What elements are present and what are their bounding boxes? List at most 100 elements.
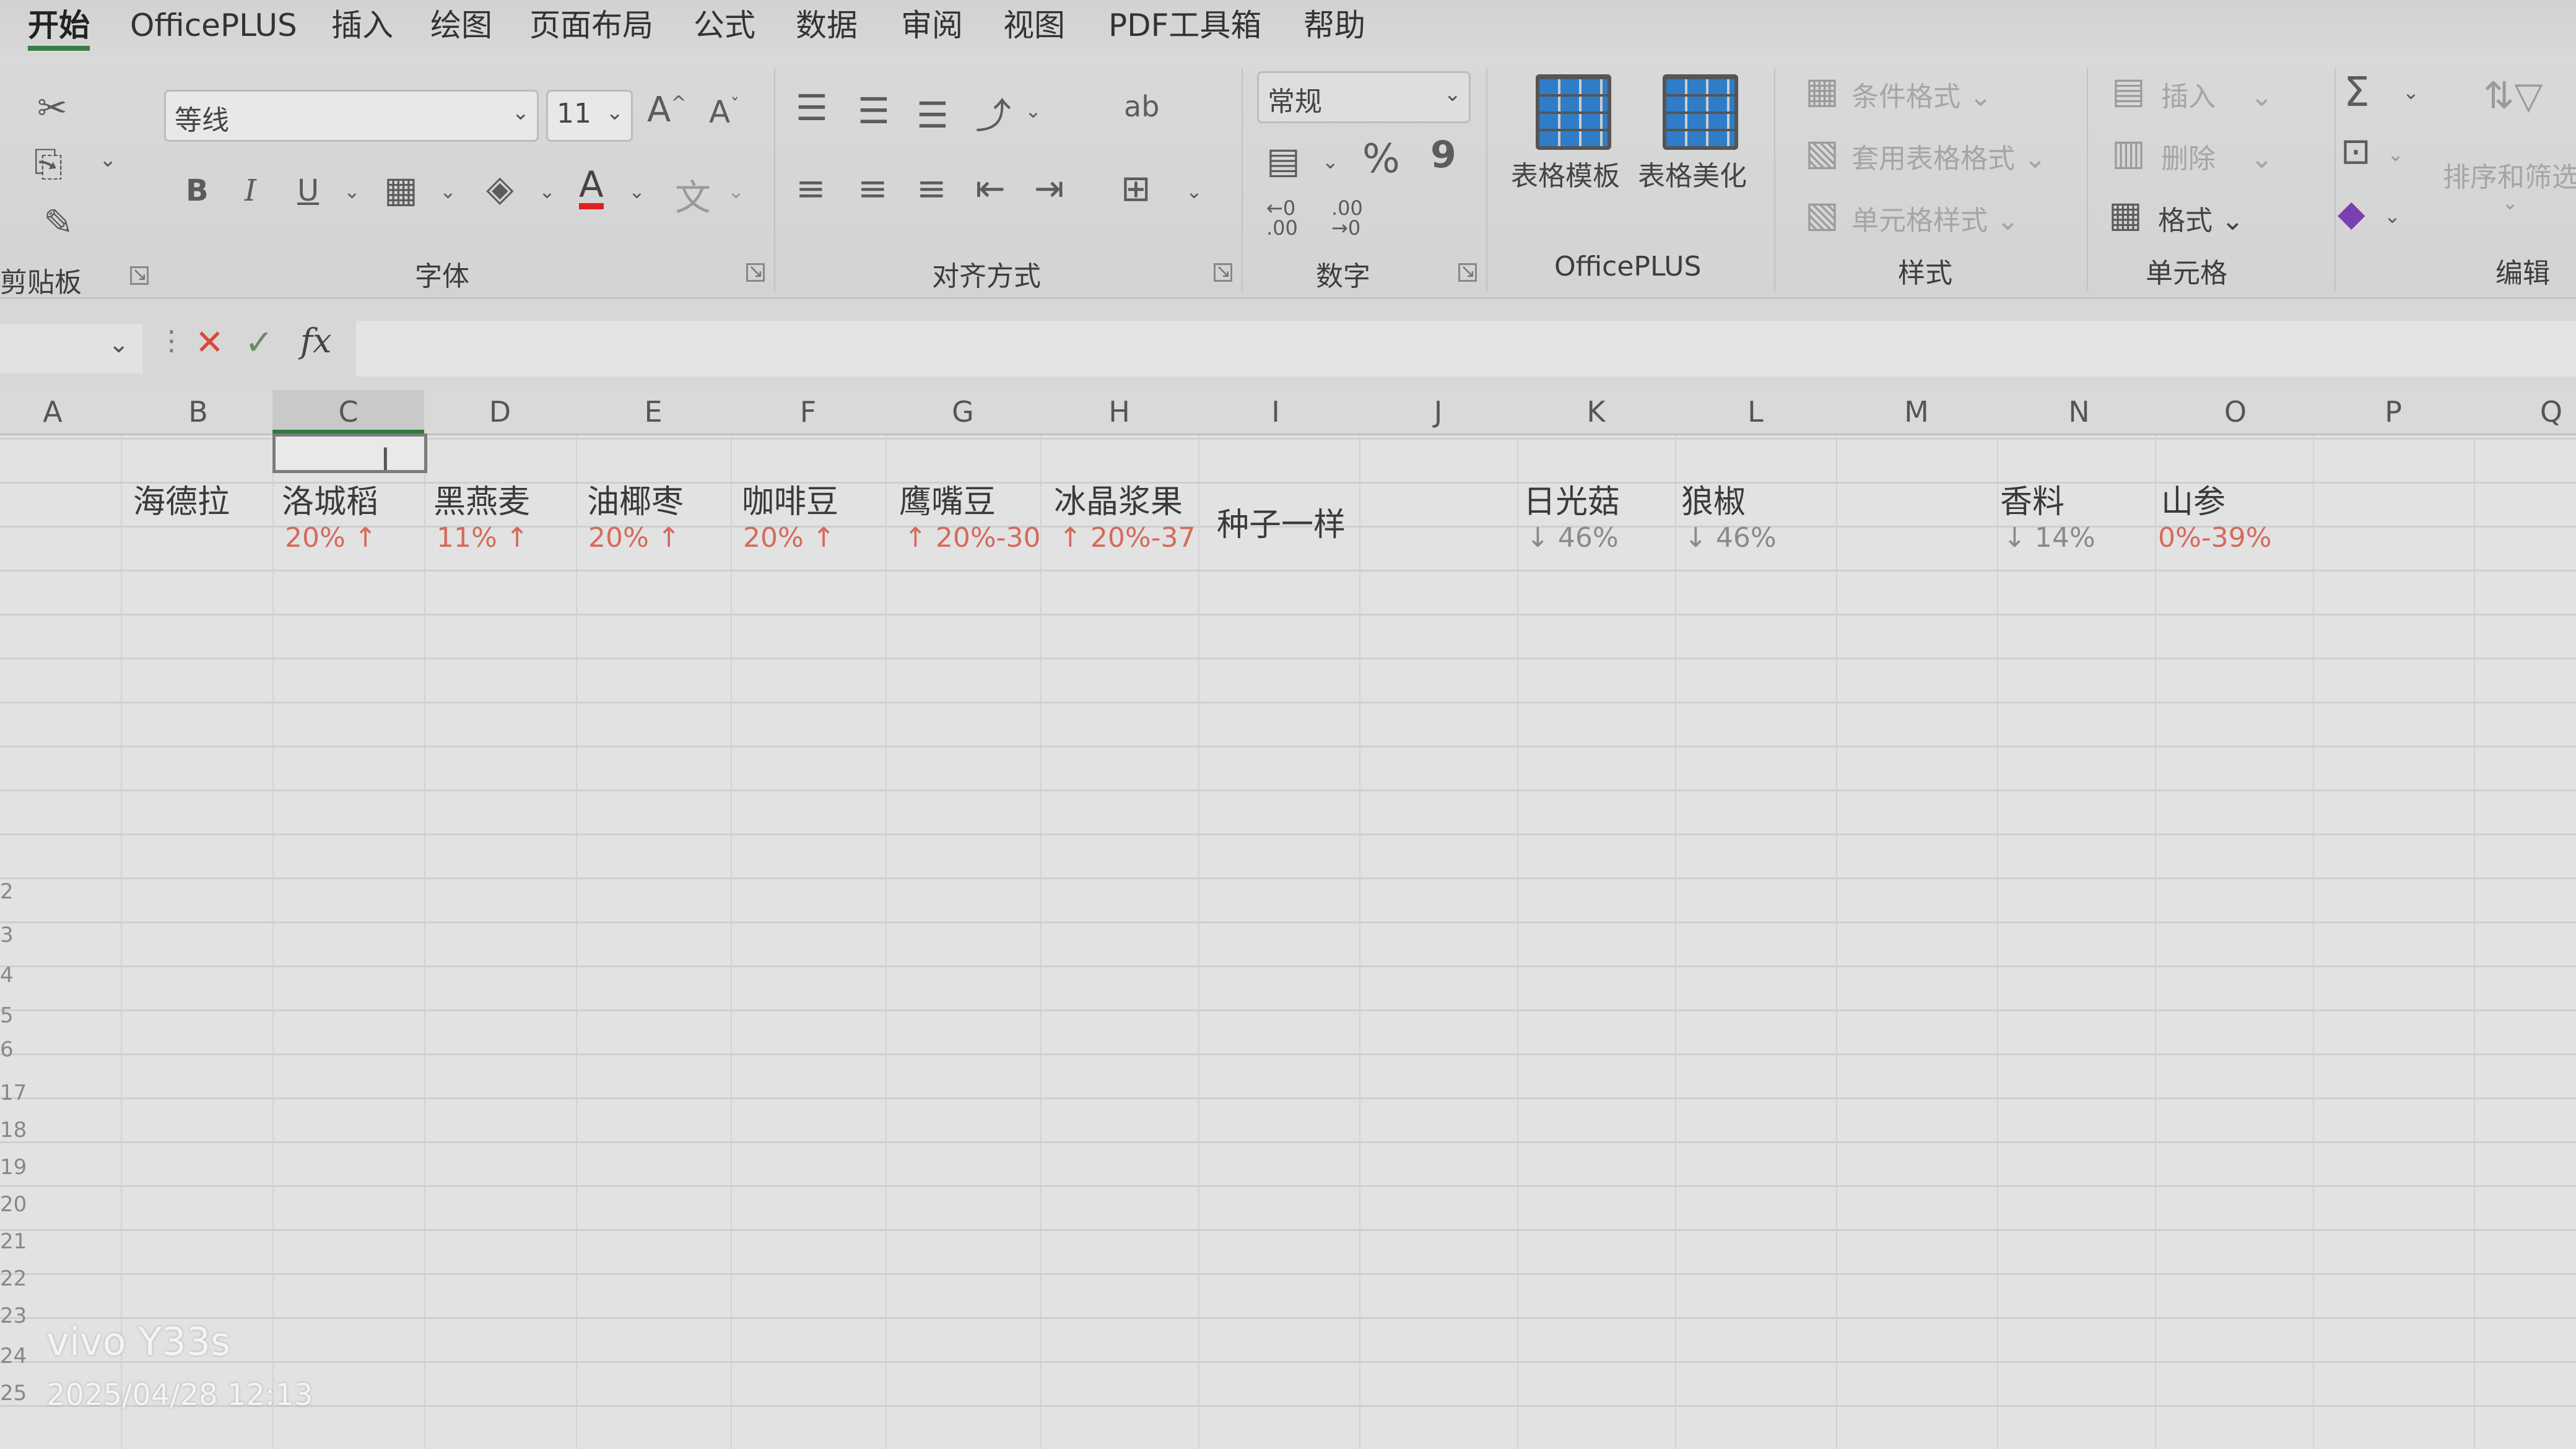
column-header[interactable]: J <box>1359 390 1517 433</box>
cell-item-name[interactable]: 种子一样 <box>1217 498 1346 545</box>
chevron-down-icon[interactable]: ⌄ <box>108 330 129 359</box>
accounting-format-icon[interactable]: ▤ <box>1266 139 1300 181</box>
column-header[interactable]: E <box>576 390 731 433</box>
insert-function-button[interactable]: fx <box>300 321 331 360</box>
cell-item-name[interactable]: 狼椒 <box>1681 476 1746 522</box>
delete-cells-button[interactable]: 删除 ⌄ <box>2161 136 2273 176</box>
cell-style-icon[interactable]: ▧ <box>1805 193 1839 235</box>
increase-indent-icon[interactable]: ⇥ <box>1034 167 1064 209</box>
row-number[interactable]: 19 <box>0 1155 27 1180</box>
orientation-icon[interactable]: ⤴ <box>975 87 1011 139</box>
align-left-icon[interactable]: ≡ <box>796 167 826 209</box>
decrease-decimal-button[interactable]: .00 →0 <box>1331 198 1363 238</box>
format-painter-icon[interactable]: ✎ <box>43 201 74 243</box>
align-center-icon[interactable]: ≡ <box>858 167 888 209</box>
column-header[interactable]: K <box>1517 390 1675 433</box>
cell-item-name[interactable]: 鹰嘴豆 <box>899 476 996 522</box>
row-number[interactable]: 22 <box>0 1266 27 1291</box>
conditional-format-button[interactable]: 条件格式 ⌄ <box>1852 74 1992 114</box>
cell-style-button[interactable]: 单元格样式 ⌄ <box>1852 198 2019 238</box>
merge-dropdown-icon[interactable]: ⌄ <box>1186 180 1203 203</box>
cell-item-change[interactable]: ↓ 46% <box>1684 522 1777 554</box>
tab-data[interactable]: 数据 <box>796 4 858 47</box>
align-bottom-icon[interactable]: ☰ <box>916 94 949 136</box>
insert-cells-button[interactable]: 插入 ⌄ <box>2161 74 2273 114</box>
formula-input[interactable] <box>356 321 2576 376</box>
number-launcher-icon[interactable]: ↘ <box>1458 263 1477 282</box>
table-format-icon[interactable]: ▧ <box>1805 131 1839 173</box>
row-number[interactable]: 4 <box>0 963 25 988</box>
align-middle-icon[interactable]: ☰ <box>858 90 890 132</box>
autosum-dropdown-icon[interactable]: ⌄ <box>2403 80 2419 104</box>
cell-item-name[interactable]: 洛城稻 <box>282 476 378 522</box>
orientation-dropdown-icon[interactable]: ⌄ <box>1025 99 1042 123</box>
column-header[interactable]: F <box>731 390 886 433</box>
number-format-select[interactable]: 常规 ⌄ <box>1257 71 1471 123</box>
row-number[interactable]: 18 <box>0 1118 27 1142</box>
row-number[interactable]: 17 <box>0 1081 27 1105</box>
autosum-button[interactable]: Σ <box>2344 68 2370 116</box>
tab-insert[interactable]: 插入 <box>331 4 393 47</box>
column-header[interactable]: I <box>1198 390 1353 433</box>
cell-item-name[interactable]: 冰晶浆果 <box>1054 476 1183 522</box>
font-color-dropdown-icon[interactable]: ⌄ <box>629 180 645 203</box>
align-right-icon[interactable]: ≡ <box>916 167 947 209</box>
clear-dropdown-icon[interactable]: ⌄ <box>2384 204 2401 228</box>
column-header[interactable]: C <box>272 390 424 433</box>
wrap-text-icon[interactable]: ab <box>1124 90 1159 123</box>
fill-dropdown-icon[interactable]: ⌄ <box>2387 142 2404 166</box>
increase-decimal-button[interactable]: ←0.00 <box>1266 198 1298 238</box>
column-header[interactable]: M <box>1836 390 1997 433</box>
percent-button[interactable]: % <box>1362 136 1400 182</box>
cell-item-change[interactable]: 11% ↑ <box>437 522 529 554</box>
selected-cell[interactable]: I <box>272 433 427 477</box>
row-number[interactable]: 5 <box>0 1003 25 1028</box>
table-beautify-icon[interactable] <box>1663 74 1738 150</box>
row-number[interactable]: 20 <box>0 1192 27 1217</box>
cell-item-name[interactable]: 海德拉 <box>133 476 230 522</box>
font-size-select[interactable]: 11 ⌄ <box>546 90 633 142</box>
cell-item-change[interactable]: 20% ↑ <box>588 522 681 554</box>
delete-cells-icon[interactable]: ▥ <box>2112 131 2146 173</box>
fill-dropdown-icon[interactable]: ⌄ <box>539 180 555 203</box>
decrease-indent-icon[interactable]: ⇤ <box>975 167 1006 209</box>
cell-item-name[interactable]: 咖啡豆 <box>742 476 838 522</box>
borders-dropdown-icon[interactable]: ⌄ <box>440 180 456 203</box>
tab-view[interactable]: 视图 <box>1003 4 1065 47</box>
table-template-icon[interactable] <box>1536 74 1611 150</box>
cut-icon[interactable]: ✂ <box>37 87 67 129</box>
accounting-dropdown-icon[interactable]: ⌄ <box>1322 150 1339 173</box>
cell-item-change[interactable]: ↑ 20%-30% <box>904 522 1039 554</box>
sort-filter-dropdown-icon[interactable]: ⌄ <box>2502 191 2518 214</box>
row-number[interactable]: 23 <box>0 1303 27 1328</box>
merge-cells-icon[interactable]: ⊞ <box>1121 167 1151 209</box>
font-name-select[interactable]: 等线 ⌄ <box>164 90 539 142</box>
borders-icon[interactable]: ▦ <box>384 168 418 211</box>
format-cells-icon[interactable]: ▦ <box>2108 193 2143 235</box>
insert-cells-icon[interactable]: ▤ <box>2112 69 2146 111</box>
row-number[interactable]: 24 <box>0 1344 27 1368</box>
cell-item-change[interactable]: ↓ 46% <box>1526 522 1619 554</box>
grow-font-button[interactable]: A^ <box>647 90 686 130</box>
copy-icon[interactable]: ⎘ <box>34 142 63 185</box>
column-header[interactable]: O <box>2155 390 2316 433</box>
cell-item-name[interactable]: 油椰枣 <box>587 476 684 522</box>
column-header[interactable]: A <box>0 390 105 433</box>
phonetic-icon[interactable]: 文 <box>675 168 711 220</box>
table-format-button[interactable]: 套用表格格式 ⌄ <box>1852 136 2047 176</box>
column-header[interactable]: D <box>424 390 576 433</box>
tab-formulas[interactable]: 公式 <box>694 4 755 47</box>
italic-button[interactable]: I <box>245 173 256 208</box>
align-top-icon[interactable]: ☰ <box>796 87 828 129</box>
cell-item-name[interactable]: 山参 <box>2161 476 2226 522</box>
row-number[interactable]: 6 <box>0 1037 25 1062</box>
tab-help[interactable]: 帮助 <box>1303 4 1365 47</box>
row-number[interactable]: 2 <box>0 879 25 904</box>
cell-item-change[interactable]: 0%-39% <box>2158 522 2271 554</box>
sort-filter-icon[interactable]: ⇅▽ <box>2483 74 2543 118</box>
clipboard-launcher-icon[interactable]: ↘ <box>130 266 149 285</box>
cancel-icon[interactable]: ✕ <box>195 323 224 363</box>
row-number[interactable]: 25 <box>0 1381 27 1406</box>
underline-dropdown-icon[interactable]: ⌄ <box>344 180 360 203</box>
fill-down-icon[interactable]: ⊡ <box>2341 130 2371 172</box>
